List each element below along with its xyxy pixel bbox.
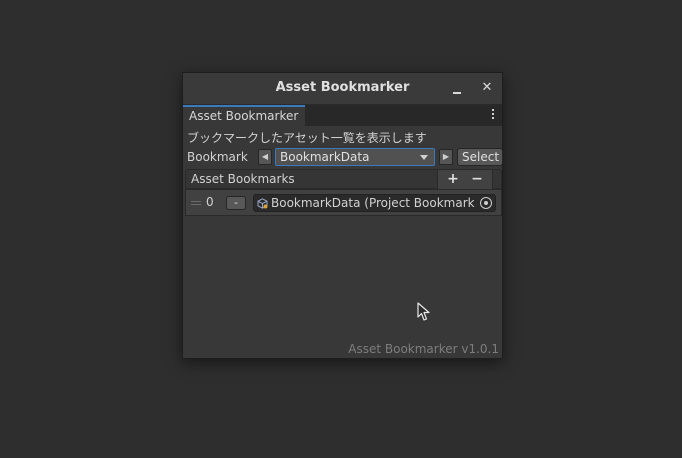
- drag-handle-icon[interactable]: [191, 201, 201, 206]
- bookmark-label: Bookmark: [187, 150, 248, 164]
- bookmark-row: Bookmark ◀ BookmarkData ▶ Select: [187, 148, 503, 166]
- previous-bookmark-button[interactable]: ◀: [258, 149, 272, 165]
- minimize-button[interactable]: [449, 80, 465, 96]
- mouse-cursor-icon: [417, 302, 430, 321]
- tab-bar: Asset Bookmarker: [183, 105, 502, 126]
- asset-bookmarker-window: Asset Bookmarker ✕ Asset Bookmarker ブックマ…: [182, 72, 503, 359]
- next-bookmark-button[interactable]: ▶: [439, 149, 453, 165]
- add-item-button[interactable]: +: [442, 170, 464, 188]
- bookmark-dropdown[interactable]: BookmarkData: [275, 148, 435, 166]
- description-text: ブックマークしたアセット一覧を表示します: [187, 131, 427, 145]
- remove-element-button[interactable]: -: [226, 196, 246, 210]
- list-item: 0 - BookmarkData (Project Bookmark Data): [185, 189, 502, 216]
- scriptable-object-icon: [257, 198, 268, 209]
- version-label: Asset Bookmarker v1.0.1: [348, 342, 499, 356]
- chevron-down-icon: [420, 155, 428, 160]
- object-field[interactable]: BookmarkData (Project Bookmark Data): [253, 194, 496, 212]
- close-button[interactable]: ✕: [479, 80, 495, 96]
- bookmark-dropdown-value: BookmarkData: [280, 150, 370, 164]
- tab-menu-icon[interactable]: [490, 108, 496, 122]
- list-add-remove-footer: + −: [437, 170, 493, 190]
- select-button[interactable]: Select: [457, 148, 503, 166]
- object-picker-icon[interactable]: [480, 197, 492, 209]
- tab-asset-bookmarker[interactable]: Asset Bookmarker: [183, 105, 305, 126]
- list-header-label: Asset Bookmarks: [191, 172, 295, 186]
- remove-item-button[interactable]: −: [466, 170, 488, 188]
- title-bar[interactable]: Asset Bookmarker ✕: [183, 73, 502, 105]
- item-index: 0: [206, 195, 214, 209]
- object-field-value: BookmarkData (Project Bookmark Data): [271, 196, 478, 210]
